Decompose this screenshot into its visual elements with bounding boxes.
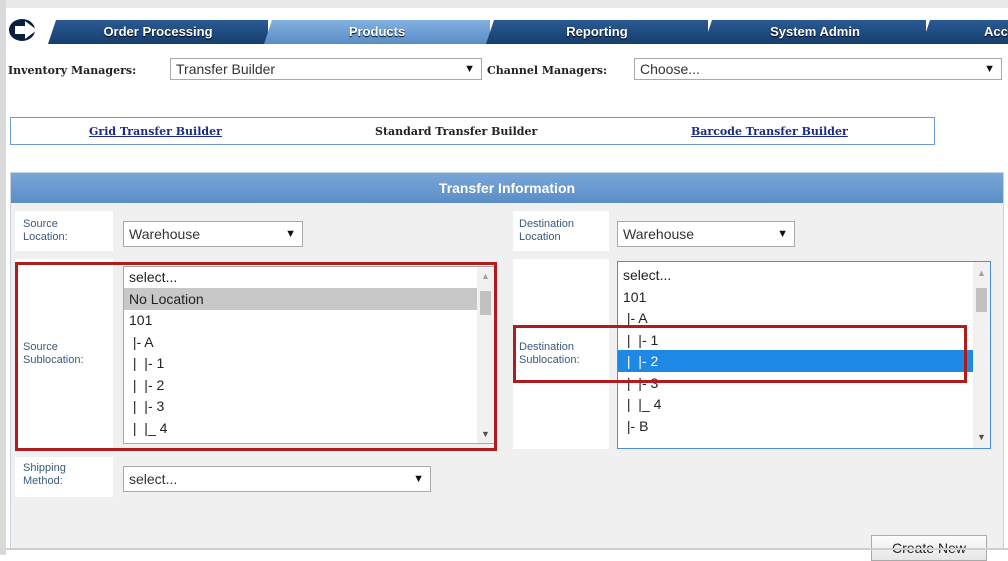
list-option[interactable]: | |_ 4 — [618, 393, 973, 415]
destination-location-select[interactable]: Warehouse ▼ — [617, 221, 795, 247]
scroll-up-icon[interactable]: ▲ — [977, 268, 986, 278]
dropdown-arrow-icon: ▼ — [984, 63, 995, 75]
destination-location-value: Warehouse — [623, 226, 695, 242]
tab-system-admin[interactable]: System Admin — [704, 20, 926, 44]
destination-location-label: Destination Location — [519, 218, 575, 243]
transfer-information-panel: Transfer Information Source Location: Wa… — [10, 172, 1004, 561]
dropdown-arrow-icon: ▼ — [285, 228, 296, 240]
tab-account[interactable]: Acc — [922, 20, 1008, 44]
app-logo[interactable] — [8, 17, 42, 43]
barcode-transfer-builder-link[interactable]: Barcode Transfer Builder — [691, 125, 848, 138]
dropdown-arrow-icon: ▼ — [413, 473, 424, 485]
highlight-box-source-sublocation — [15, 262, 497, 451]
source-location-select[interactable]: Warehouse ▼ — [123, 221, 303, 247]
channel-managers-value: Choose... — [640, 61, 700, 77]
scrollbar[interactable]: ▲ ▼ — [973, 262, 990, 448]
arrow-logo-icon — [9, 19, 37, 41]
list-option[interactable]: select... — [618, 264, 973, 286]
window-top-border — [0, 0, 1008, 8]
shipping-method-value: select... — [129, 471, 178, 487]
tab-order-processing[interactable]: Order Processing — [48, 20, 268, 44]
window-bottom-border — [6, 548, 1008, 550]
tab-products[interactable]: Products — [264, 20, 490, 44]
grid-transfer-builder-link[interactable]: Grid Transfer Builder — [89, 125, 222, 138]
shipping-method-label: Shipping Method: — [23, 462, 66, 487]
highlight-box-destination-sublocation — [513, 325, 967, 383]
standard-transfer-builder-label: Standard Transfer Builder — [375, 125, 538, 138]
source-location-value: Warehouse — [129, 226, 201, 242]
tab-reporting[interactable]: Reporting — [486, 20, 708, 44]
list-option[interactable]: 101 — [618, 286, 973, 308]
dropdown-arrow-icon: ▼ — [777, 228, 788, 240]
inventory-managers-value: Transfer Builder — [176, 61, 276, 77]
source-location-label: Source Location: — [23, 218, 68, 243]
channel-managers-label: Channel Managers: — [487, 64, 608, 77]
shipping-method-select[interactable]: select... ▼ — [123, 466, 431, 492]
channel-managers-select[interactable]: Choose... ▼ — [634, 58, 1002, 80]
scroll-down-icon[interactable]: ▼ — [977, 432, 986, 442]
list-option[interactable]: |- B — [618, 415, 973, 437]
managers-row: Inventory Managers: Transfer Builder ▼ C… — [6, 58, 1006, 83]
panel-title: Transfer Information — [11, 173, 1003, 203]
transfer-builder-nav: Grid Transfer Builder Standard Transfer … — [10, 117, 935, 145]
main-nav: Order Processing Products Reporting Syst… — [6, 20, 1008, 44]
dropdown-arrow-icon: ▼ — [464, 63, 475, 75]
scrollbar-thumb[interactable] — [976, 288, 987, 312]
inventory-managers-label: Inventory Managers: — [8, 64, 137, 77]
inventory-managers-select[interactable]: Transfer Builder ▼ — [170, 58, 482, 80]
window-left-border — [0, 0, 6, 555]
